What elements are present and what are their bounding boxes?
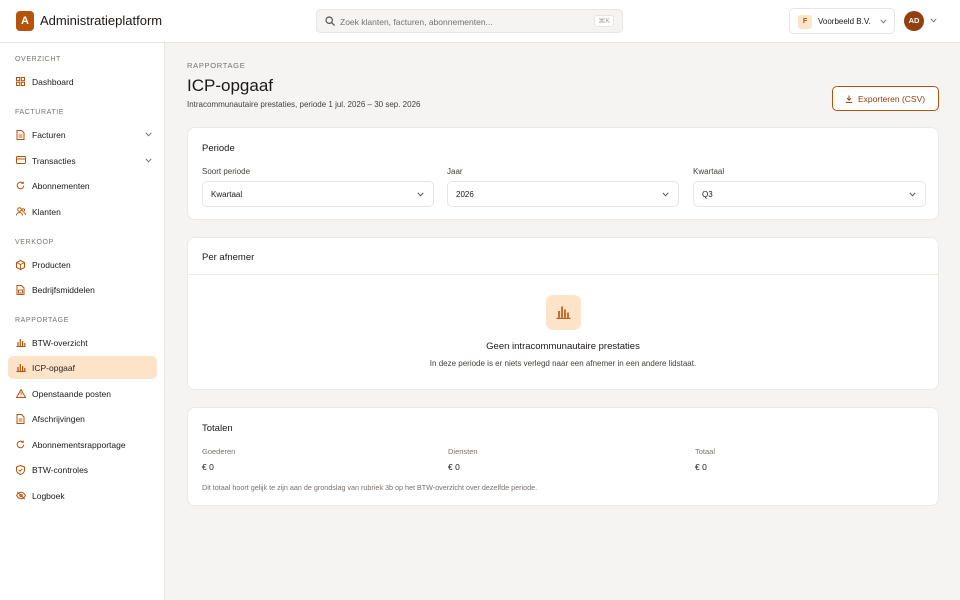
organization-switcher[interactable]: F Voorbeeld B.V. — [789, 8, 895, 34]
per-customer-card: Per afnemer Geen intracommunautaire pres… — [187, 237, 939, 390]
card-title: Periode — [202, 143, 235, 154]
sidebar-item-afschrijvingen[interactable]: Afschrijvingen — [8, 407, 157, 430]
year-select[interactable]: 2026 — [447, 181, 679, 207]
page-eyebrow: RAPPORTAGE — [187, 61, 246, 70]
box-icon — [16, 260, 25, 270]
bar-chart-icon — [16, 364, 26, 372]
sidebar-item-label: BTW-controles — [32, 465, 89, 475]
year-label: Jaar — [447, 167, 463, 176]
refresh-icon — [16, 440, 25, 449]
total-label: Totaal — [695, 447, 716, 456]
global-search[interactable]: ⌘K — [316, 9, 623, 33]
user-avatar[interactable]: AD — [904, 11, 924, 31]
select-value: Q3 — [702, 190, 713, 199]
search-input[interactable] — [340, 13, 590, 30]
sidebar-item-icp-opgaaf[interactable]: ICP-opgaaf — [8, 356, 157, 379]
sidebar-item-label: ICP-opgaaf — [32, 363, 75, 373]
totals-card: Totalen Goederen € 0 Diensten € 0 Totaal… — [187, 407, 939, 506]
card-title: Per afnemer — [202, 252, 255, 263]
quarter-label: Kwartaal — [693, 167, 725, 176]
sidebar-section-label: FACTURATIE — [15, 109, 65, 116]
chevron-down-icon[interactable] — [145, 132, 152, 137]
total-value: € 0 — [695, 462, 707, 472]
services-label: Diensten — [448, 447, 478, 456]
chevron-down-icon — [417, 192, 424, 197]
sidebar-item-label: Bedrijfsmiddelen — [32, 285, 95, 295]
app-logo[interactable]: A — [16, 11, 34, 31]
chevron-down-icon — [909, 192, 916, 197]
refresh-icon — [16, 181, 25, 190]
sidebar-item-label: BTW-overzicht — [32, 338, 88, 348]
select-value: 2026 — [456, 190, 474, 199]
totals-note: Dit totaal hoort gelijk te zijn aan de g… — [202, 483, 538, 492]
sidebar: OVERZICHT Dashboard FACTURATIE Facturen … — [0, 43, 165, 600]
download-icon — [845, 95, 853, 103]
sidebar-item-label: Afschrijvingen — [32, 414, 85, 424]
org-name: Voorbeeld B.V. — [818, 17, 871, 26]
sidebar-item-abonnementsrapportage[interactable]: Abonnementsrapportage — [8, 433, 157, 456]
credit-card-icon — [16, 156, 26, 164]
bar-chart-icon — [16, 339, 26, 347]
app-title[interactable]: Administratieplatform — [40, 13, 162, 28]
asset-icon — [16, 285, 25, 295]
sidebar-item-label: Openstaande posten — [32, 389, 111, 399]
sidebar-item-label: Dashboard — [32, 77, 74, 87]
sidebar-item-label: Transacties — [32, 156, 76, 166]
users-icon — [16, 207, 26, 216]
sidebar-item-logboek[interactable]: Logboek — [8, 484, 157, 507]
sidebar-item-abonnementen[interactable]: Abonnementen — [8, 174, 157, 197]
document-icon — [16, 130, 25, 140]
period-type-label: Soort periode — [202, 167, 251, 176]
goods-label: Goederen — [202, 447, 236, 456]
card-divider — [188, 274, 938, 275]
chevron-down-icon — [662, 192, 669, 197]
sidebar-item-bedrijfsmiddelen[interactable]: Bedrijfsmiddelen — [8, 278, 157, 301]
chevron-down-icon — [880, 19, 887, 24]
sidebar-item-btw-overzicht[interactable]: BTW-overzicht — [8, 331, 157, 354]
select-value: Kwartaal — [211, 190, 243, 199]
sidebar-item-label: Abonnementsrapportage — [32, 440, 126, 450]
document-icon — [16, 414, 25, 424]
bar-chart-icon — [556, 306, 571, 319]
chevron-down-icon[interactable] — [145, 158, 152, 163]
sidebar-item-openstaande-posten[interactable]: Openstaande posten — [8, 382, 157, 405]
sidebar-section-label: OVERZICHT — [15, 56, 61, 63]
search-shortcut: ⌘K — [594, 15, 614, 27]
sidebar-item-dashboard[interactable]: Dashboard — [8, 70, 157, 93]
services-value: € 0 — [448, 462, 460, 472]
shield-check-icon — [16, 465, 25, 475]
quarter-select[interactable]: Q3 — [693, 181, 926, 207]
search-icon — [325, 16, 335, 26]
export-csv-button[interactable]: Exporteren (CSV) — [832, 86, 939, 111]
eye-off-icon — [16, 491, 26, 500]
goods-value: € 0 — [202, 462, 214, 472]
page-title: ICP-opgaaf — [187, 76, 273, 95]
org-badge: F — [798, 15, 812, 29]
sidebar-item-transacties[interactable]: Transacties — [8, 149, 157, 172]
grid-icon — [16, 77, 25, 86]
sidebar-item-label: Logboek — [32, 491, 65, 501]
chevron-down-icon[interactable] — [930, 18, 937, 23]
warning-icon — [16, 389, 26, 398]
sidebar-item-label: Producten — [32, 260, 71, 270]
export-button-label: Exporteren (CSV) — [858, 94, 926, 104]
period-card: Periode Soort periode Kwartaal Jaar 2026… — [187, 127, 939, 220]
sidebar-item-producten[interactable]: Producten — [8, 253, 157, 276]
sidebar-section-label: VERKOOP — [15, 239, 54, 246]
top-bar: A Administratieplatform ⌘K F Voorbeeld B… — [0, 0, 960, 43]
sidebar-item-btw-controles[interactable]: BTW-controles — [8, 458, 157, 481]
empty-state-title: Geen intracommunautaire prestaties — [486, 341, 640, 352]
sidebar-item-label: Abonnementen — [32, 181, 90, 191]
sidebar-item-label: Facturen — [32, 130, 66, 140]
card-title: Totalen — [202, 423, 233, 434]
sidebar-item-label: Klanten — [32, 207, 61, 217]
empty-state-icon — [546, 295, 581, 330]
period-type-select[interactable]: Kwartaal — [202, 181, 434, 207]
sidebar-item-klanten[interactable]: Klanten — [8, 200, 157, 223]
sidebar-section-label: RAPPORTAGE — [15, 317, 69, 324]
sidebar-item-facturen[interactable]: Facturen — [8, 123, 157, 146]
page-subtitle: Intracommunautaire prestaties, periode 1… — [187, 100, 421, 109]
empty-state-description: In deze periode is er niets verlegd naar… — [429, 359, 697, 368]
